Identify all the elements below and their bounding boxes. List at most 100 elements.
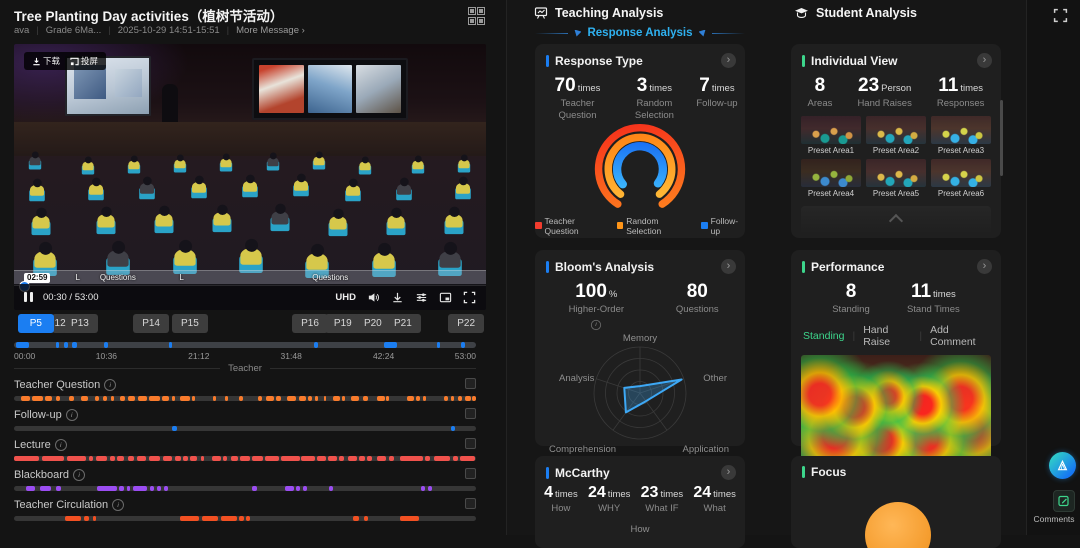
pip-icon[interactable] <box>439 291 452 304</box>
track-checkbox[interactable] <box>465 498 476 509</box>
cast-screen-button[interactable]: 投屏 <box>70 55 98 67</box>
track-segment <box>406 396 415 401</box>
student-figure <box>151 201 176 234</box>
tab-hand-raise[interactable]: Hand Raise <box>863 324 911 348</box>
page-button-p15[interactable]: P15 <box>172 314 208 333</box>
track-name: Teacher Circulation <box>14 499 109 511</box>
legend-swatch <box>701 222 708 230</box>
response-gauge-chart <box>535 118 745 222</box>
track-segment <box>69 396 75 401</box>
track-bar[interactable] <box>14 396 476 401</box>
chevron-right-icon[interactable]: › <box>721 259 736 274</box>
student-figure <box>240 171 260 198</box>
page-button-p22[interactable]: P22 <box>448 314 485 333</box>
side-rail: Comments <box>1026 0 1080 535</box>
panel-scrollbar[interactable] <box>1000 100 1003 176</box>
track-row: Follow-up i <box>14 407 476 437</box>
track-segment <box>284 486 294 491</box>
stat-unit: times <box>713 489 736 500</box>
settings-sliders-icon[interactable] <box>415 291 428 304</box>
info-icon[interactable]: i <box>65 409 78 421</box>
track-segment <box>202 516 219 521</box>
track-checkbox[interactable] <box>465 438 476 449</box>
page-button-p12[interactable]: P12 <box>51 314 67 333</box>
ai-assistant-button[interactable] <box>1049 452 1076 479</box>
pause-button[interactable] <box>24 292 33 302</box>
track-segment <box>180 396 190 401</box>
download-icon[interactable] <box>391 291 404 304</box>
track-label: Teacher Circulation i <box>14 497 476 513</box>
student-figure <box>236 233 267 274</box>
track-segment <box>136 456 147 461</box>
preset-area-thumbnail[interactable]: Preset Area2 <box>866 115 926 155</box>
track-segment <box>427 486 432 491</box>
track-segment <box>157 486 161 491</box>
page-button-p16[interactable]: P16 <box>292 314 328 333</box>
info-icon[interactable]: i <box>104 379 117 391</box>
info-icon[interactable]: i <box>591 319 602 331</box>
panel-fullscreen-icon[interactable] <box>1053 8 1068 23</box>
info-icon[interactable]: i <box>73 469 86 481</box>
chevron-right-icon[interactable]: › <box>977 259 992 274</box>
stat-item: 8 Areas <box>808 75 833 110</box>
student-figure <box>456 151 472 173</box>
info-icon[interactable]: i <box>54 439 67 451</box>
track-segment <box>425 456 430 461</box>
stat-value: 11 times <box>938 75 984 96</box>
chevron-right-icon[interactable]: › <box>721 53 736 68</box>
fullscreen-icon[interactable] <box>463 291 476 304</box>
video-player[interactable]: 下载 投屏 02:59 L Questions L Questions 00:30 /… <box>14 44 486 310</box>
preset-area-thumbnail[interactable]: Preset Area6 <box>931 158 991 198</box>
tab-response-analysis-label[interactable]: Response Analysis <box>587 27 692 39</box>
preset-area-thumbnail[interactable]: Preset Area3 <box>931 115 991 155</box>
track-checkbox[interactable] <box>465 468 476 479</box>
quality-button[interactable]: UHD <box>335 292 356 303</box>
track-bar[interactable] <box>14 486 476 491</box>
track-segment <box>452 456 458 461</box>
preset-area-thumbnail[interactable]: Preset Area4 <box>801 158 861 198</box>
lesson-meta: ava | Grade 6Ma... | 2025-10-29 14:51-15:5… <box>14 25 305 36</box>
timeline-event-mark <box>55 342 60 348</box>
track-bar[interactable] <box>14 516 476 521</box>
student-figure <box>27 148 43 170</box>
page-button-p13[interactable]: P13 <box>62 314 98 333</box>
track-segment <box>315 396 318 401</box>
gauge-legend: Teacher Question Random Selection Follow-u… <box>535 216 745 236</box>
track-label: Lecture i <box>14 437 476 453</box>
track-segment <box>420 486 426 491</box>
expand-collapse-handle[interactable] <box>801 205 991 234</box>
student-figure <box>410 152 426 174</box>
track-bar[interactable] <box>14 456 476 461</box>
chevron-right-icon[interactable]: › <box>721 465 736 480</box>
page-button-p5[interactable]: P5 <box>17 314 54 333</box>
timeline-ruler[interactable] <box>14 342 476 348</box>
individual-view-card: Individual View › 8 Areas 23 Person Hand Rai… <box>791 44 1001 238</box>
student-figure <box>267 199 292 232</box>
meta-grade: Grade 6Ma... <box>45 25 102 36</box>
stat-value: 24 times <box>587 484 631 501</box>
track-segment <box>415 396 420 401</box>
more-message-link[interactable]: More Message › <box>236 25 305 36</box>
stat-label: WHY <box>598 503 621 514</box>
grid-view-icon[interactable] <box>468 7 485 25</box>
stat-value: 23 Person <box>858 75 912 96</box>
track-checkbox[interactable] <box>465 378 476 389</box>
info-icon[interactable]: i <box>112 499 125 511</box>
track-checkbox[interactable] <box>465 408 476 419</box>
page-button-p21[interactable]: P21 <box>384 314 421 333</box>
track-segment <box>295 486 301 491</box>
stat-value: 8 <box>845 281 857 302</box>
comments-button[interactable] <box>1053 490 1075 512</box>
track-bar[interactable] <box>14 426 476 431</box>
volume-icon[interactable] <box>367 291 380 304</box>
page-button-p14[interactable]: P14 <box>133 314 169 333</box>
tab-standing[interactable]: Standing <box>803 330 844 342</box>
chevron-right-icon[interactable]: › <box>977 53 992 68</box>
preset-area-thumbnail[interactable]: Preset Area1 <box>801 115 861 155</box>
timeline-event-mark <box>383 342 398 348</box>
tab-add-comment[interactable]: Add Comment <box>930 324 989 348</box>
download-video-button[interactable]: 下载 <box>32 55 60 67</box>
student-figure <box>218 150 234 172</box>
preset-area-thumbnail[interactable]: Preset Area5 <box>866 158 926 198</box>
response-type-stats: 70 times Teacher Question 3 times Random Sele… <box>535 68 745 122</box>
